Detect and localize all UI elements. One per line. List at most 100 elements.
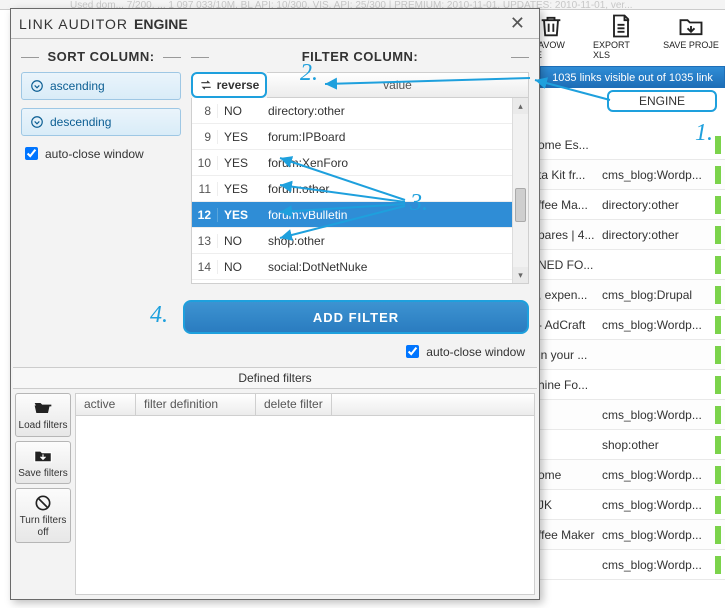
- cell: cms_blog:Wordp...: [598, 168, 708, 182]
- grid-row[interactable]: ffee Ma...directory:other: [536, 190, 725, 220]
- grid-row[interactable]: - AdCraftcms_blog:Wordp...: [536, 310, 725, 340]
- row-reverse-flag: YES: [218, 130, 260, 144]
- col-active[interactable]: active: [76, 394, 136, 415]
- grid-row[interactable]: in your ...: [536, 340, 725, 370]
- button-label: Load filters: [19, 420, 68, 432]
- button-label: reverse: [217, 78, 260, 92]
- status-bar-icon: [715, 436, 721, 454]
- load-filters-button[interactable]: Load filters: [15, 393, 71, 437]
- save-filters-button[interactable]: Save filters: [15, 441, 71, 485]
- button-label: descending: [50, 115, 111, 129]
- add-filter-button[interactable]: ADD FILTER: [183, 300, 529, 334]
- filter-row[interactable]: 9YESforum:IPBoard: [192, 124, 512, 150]
- cell: directory:other: [598, 228, 708, 242]
- cell: cms_blog:Wordp...: [598, 408, 708, 422]
- cell: cms_blog:Wordp...: [598, 468, 708, 482]
- cell: NED FO...: [536, 258, 598, 272]
- cell: shop:other: [598, 438, 708, 452]
- turn-filters-off-button[interactable]: Turn filters off: [15, 488, 71, 543]
- main-toolbar: DISAVOW FILE EXPORT XLS SAVE PROJE: [517, 10, 725, 66]
- cell: ffee Maker: [536, 528, 598, 542]
- status-bar-icon: [715, 376, 721, 394]
- auto-close-checkbox-left[interactable]: auto-close window: [21, 144, 181, 163]
- row-number: 14: [192, 260, 218, 274]
- status-bar-icon: [715, 256, 721, 274]
- col-delete-filter[interactable]: delete filter: [256, 394, 332, 415]
- sort-filter-modal: LINK AUDITOR ENGINE ✕ SORT COLUMN: ascen…: [10, 8, 540, 600]
- folder-open-icon: [32, 398, 54, 418]
- close-button[interactable]: ✕: [504, 13, 531, 34]
- filter-row[interactable]: 8NOdirectory:other: [192, 98, 512, 124]
- chevron-down-circle-icon: [30, 115, 44, 129]
- row-number: 11: [192, 182, 218, 196]
- checkbox-input[interactable]: [406, 345, 419, 358]
- scrollbar-vertical[interactable]: ▴ ▾: [512, 98, 528, 283]
- column-header-engine[interactable]: ENGINE: [607, 90, 717, 112]
- button-label: ascending: [50, 79, 105, 93]
- sort-descending-button[interactable]: descending: [21, 108, 181, 136]
- grid-row[interactable]: cms_blog:Wordp...: [536, 550, 725, 580]
- cell: in your ...: [536, 348, 598, 362]
- filter-row[interactable]: 12YESforum:vBulletin: [192, 202, 512, 228]
- defined-filters-header: Defined filters: [13, 367, 537, 389]
- scroll-thumb[interactable]: [515, 188, 526, 222]
- status-bar-icon: [715, 556, 721, 574]
- col-filter-definition[interactable]: filter definition: [136, 394, 256, 415]
- grid-row[interactable]: JKcms_blog:Wordp...: [536, 490, 725, 520]
- filter-row[interactable]: 11YESforum:other: [192, 176, 512, 202]
- toolbar-label: SAVE PROJE: [663, 40, 719, 50]
- trash-icon: [537, 12, 565, 40]
- row-value: directory:other: [260, 104, 512, 118]
- row-number: 13: [192, 234, 218, 248]
- row-number: 8: [192, 104, 218, 118]
- filter-column-section: FILTER COLUMN: reverse value 8NOdirector…: [191, 49, 529, 284]
- folder-save-icon: [32, 446, 54, 466]
- checkbox-label: auto-close window: [45, 147, 144, 161]
- sort-ascending-button[interactable]: ascending: [21, 72, 181, 100]
- grid-row[interactable]: pares | 4...directory:other: [536, 220, 725, 250]
- row-reverse-flag: YES: [218, 156, 260, 170]
- folder-save-icon: [677, 12, 705, 40]
- grid-row[interactable]: , expen...cms_blog:Drupal: [536, 280, 725, 310]
- cell: , expen...: [536, 288, 598, 302]
- grid-row[interactable]: ffee Makercms_blog:Wordp...: [536, 520, 725, 550]
- cell: hine Fo...: [536, 378, 598, 392]
- grid-row[interactable]: ome Es...: [536, 130, 725, 160]
- button-label: Turn filters off: [18, 515, 68, 538]
- reverse-button[interactable]: reverse: [191, 72, 267, 98]
- grid-row[interactable]: cms_blog:Wordp...: [536, 400, 725, 430]
- grid-row[interactable]: hine Fo...: [536, 370, 725, 400]
- grid-row[interactable]: shop:other: [536, 430, 725, 460]
- document-icon: [607, 12, 635, 40]
- scroll-up-button[interactable]: ▴: [513, 98, 528, 114]
- filter-row[interactable]: 13NOshop:other: [192, 228, 512, 254]
- checkbox-input[interactable]: [25, 147, 38, 160]
- cell: ffee Ma...: [536, 198, 598, 212]
- row-reverse-flag: NO: [218, 260, 260, 274]
- save-project-button[interactable]: SAVE PROJE: [663, 12, 719, 66]
- status-bar-icon: [715, 136, 721, 154]
- filter-values-list: 8NOdirectory:other9YESforum:IPBoard10YES…: [191, 98, 529, 284]
- row-reverse-flag: YES: [218, 208, 260, 222]
- cell: cms_blog:Wordp...: [598, 528, 708, 542]
- cell: JK: [536, 498, 598, 512]
- filter-row[interactable]: 10YESforum:XenForo: [192, 150, 512, 176]
- scroll-down-button[interactable]: ▾: [513, 267, 528, 283]
- export-xls-button[interactable]: EXPORT XLS: [593, 12, 649, 66]
- row-value: shop:other: [260, 234, 512, 248]
- row-value: forum:other: [260, 182, 512, 196]
- grid-row[interactable]: omecms_blog:Wordp...: [536, 460, 725, 490]
- defined-filters-grid: active filter definition delete filter: [75, 393, 535, 595]
- row-reverse-flag: YES: [218, 182, 260, 196]
- cell: cms_blog:Wordp...: [598, 318, 708, 332]
- value-column-header[interactable]: value: [267, 72, 529, 98]
- filter-row[interactable]: 14NOsocial:DotNetNuke: [192, 254, 512, 280]
- button-label: Save filters: [18, 468, 67, 480]
- toolbar-label: EXPORT XLS: [593, 40, 649, 60]
- grid-row[interactable]: ta Kit fr...cms_blog:Wordp...: [536, 160, 725, 190]
- row-value: forum:IPBoard: [260, 130, 512, 144]
- status-bar-icon: [715, 496, 721, 514]
- grid-row[interactable]: NED FO...: [536, 250, 725, 280]
- auto-close-checkbox-right[interactable]: auto-close window: [402, 342, 525, 361]
- status-bar-icon: [715, 286, 721, 304]
